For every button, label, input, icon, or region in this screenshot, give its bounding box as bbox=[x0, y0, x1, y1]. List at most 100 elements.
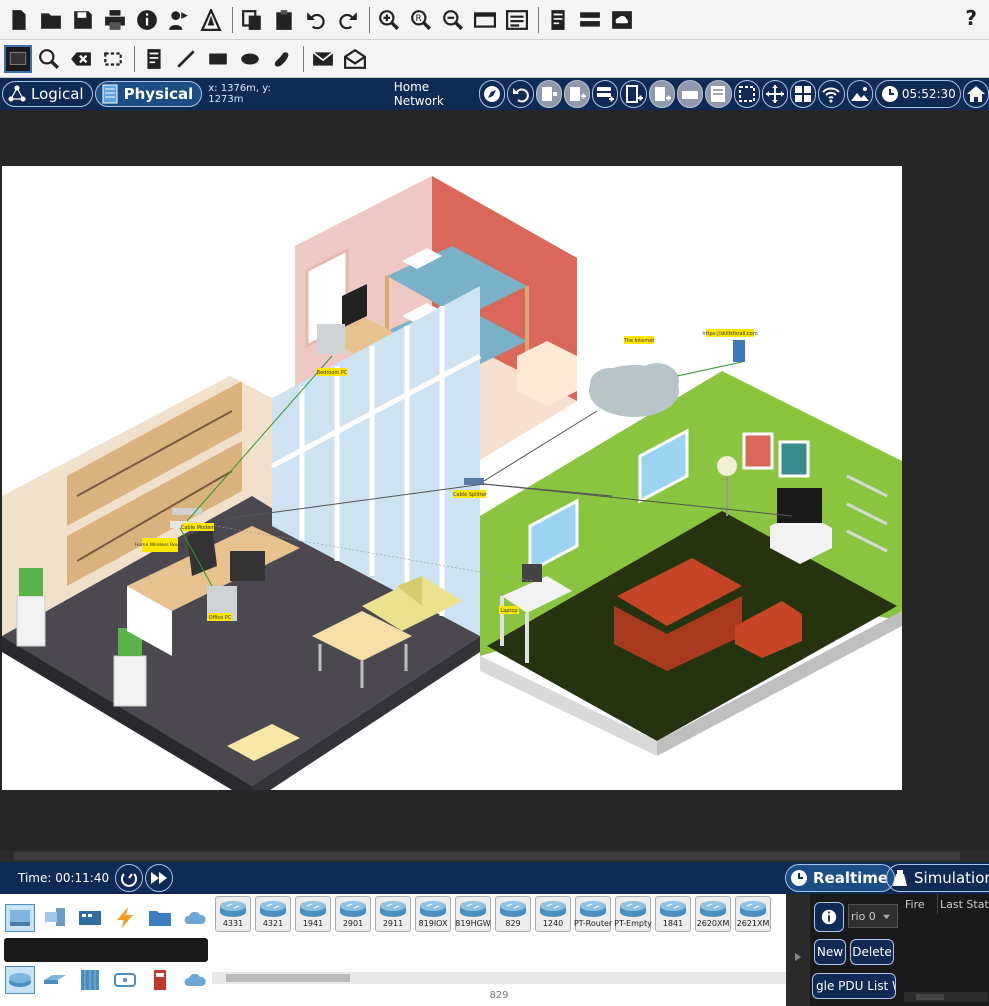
power-cycle-button[interactable] bbox=[115, 864, 144, 892]
rack-view-icon[interactable] bbox=[575, 5, 605, 35]
paste-icon[interactable] bbox=[269, 5, 299, 35]
zoom-out-icon[interactable] bbox=[438, 5, 468, 35]
navigation-button[interactable] bbox=[479, 80, 506, 108]
scenario-select[interactable]: rio 0 bbox=[848, 904, 898, 928]
subcategory-security[interactable] bbox=[145, 966, 175, 994]
rectangle-view-icon[interactable] bbox=[470, 5, 500, 35]
wiring-closet-button[interactable] bbox=[705, 80, 732, 108]
new-building-button[interactable] bbox=[563, 80, 591, 108]
new-rack-button[interactable] bbox=[620, 80, 647, 108]
move-button[interactable] bbox=[761, 80, 789, 108]
device-panel-scrollbar[interactable] bbox=[212, 972, 786, 984]
move-object-button[interactable] bbox=[677, 80, 704, 108]
svg-text:R: R bbox=[416, 14, 422, 24]
resize-shape-icon[interactable] bbox=[98, 44, 128, 74]
device-model-tile[interactable]: 2621XM bbox=[735, 896, 771, 932]
realtime-mode-tab[interactable]: Realtime bbox=[785, 864, 896, 892]
scrollbar-thumb[interactable] bbox=[14, 852, 960, 860]
scrollbar-thumb[interactable] bbox=[916, 994, 944, 1000]
zoom-in-icon[interactable] bbox=[374, 5, 404, 35]
device-model-tile[interactable]: 1841 bbox=[655, 896, 691, 932]
fast-forward-button[interactable] bbox=[145, 864, 174, 892]
add-simple-pdu-icon[interactable] bbox=[308, 44, 338, 74]
category-components[interactable] bbox=[75, 904, 105, 932]
device-model-tile[interactable]: 829 bbox=[495, 896, 531, 932]
category-miscellaneous[interactable] bbox=[145, 904, 175, 932]
background-button[interactable] bbox=[846, 80, 873, 108]
category-connections[interactable] bbox=[110, 904, 140, 932]
wireless-button[interactable] bbox=[818, 80, 845, 108]
subcategory-routers[interactable] bbox=[5, 966, 35, 994]
new-table-button[interactable] bbox=[648, 80, 676, 108]
freeform-icon[interactable] bbox=[267, 44, 297, 74]
delete-scenario-button[interactable]: Delete bbox=[850, 939, 894, 965]
category-end-devices[interactable] bbox=[40, 904, 70, 932]
activity-wizard-icon[interactable] bbox=[164, 5, 194, 35]
device-model-tile[interactable]: 2901 bbox=[335, 896, 371, 932]
save-icon[interactable] bbox=[68, 5, 98, 35]
table-scrollbar[interactable] bbox=[904, 992, 988, 1002]
device-model-tile[interactable]: 4331 bbox=[215, 896, 251, 932]
new-scenario-button[interactable]: New bbox=[814, 939, 846, 965]
subcategory-wireless[interactable] bbox=[110, 966, 140, 994]
logical-tab[interactable]: Logical bbox=[2, 81, 93, 107]
grid-button[interactable] bbox=[733, 80, 760, 108]
device-model-tile[interactable]: 1941 bbox=[295, 896, 331, 932]
simulation-mode-tab[interactable]: Simulation bbox=[886, 864, 989, 892]
layout-button[interactable] bbox=[790, 80, 817, 108]
select-tool-icon[interactable] bbox=[4, 44, 32, 73]
zoom-reset-icon[interactable]: R bbox=[406, 5, 436, 35]
home-button[interactable] bbox=[962, 80, 989, 108]
pdu-list-window-button[interactable]: gle PDU List Win bbox=[812, 973, 896, 999]
device-category-panel bbox=[0, 894, 212, 1006]
back-button[interactable] bbox=[507, 80, 534, 108]
redo-icon[interactable] bbox=[333, 5, 363, 35]
device-model-tile[interactable]: PT-Empty bbox=[614, 896, 652, 932]
palette-icon[interactable] bbox=[502, 5, 532, 35]
info-icon[interactable] bbox=[132, 5, 162, 35]
rectangle-icon[interactable] bbox=[203, 44, 233, 74]
scenario-info-button[interactable] bbox=[814, 902, 844, 932]
device-model-tile[interactable]: 2620XM bbox=[695, 896, 731, 932]
device-model-label: 1240 bbox=[542, 919, 564, 928]
note-icon[interactable] bbox=[139, 44, 169, 74]
workspace-scrollbar[interactable] bbox=[0, 850, 989, 862]
subcategory-wan-emulation[interactable] bbox=[180, 966, 210, 994]
physical-tab[interactable]: Physical bbox=[94, 81, 203, 107]
delete-icon[interactable] bbox=[66, 44, 96, 74]
device-model-tile[interactable]: 1240 bbox=[535, 896, 571, 932]
add-complex-pdu-icon[interactable] bbox=[340, 44, 370, 74]
scenario-value: rio 0 bbox=[851, 909, 876, 923]
custom-device-icon[interactable] bbox=[196, 5, 226, 35]
undo-icon[interactable] bbox=[301, 5, 331, 35]
scrollbar-thumb[interactable] bbox=[226, 974, 350, 982]
category-multiuser[interactable] bbox=[180, 904, 210, 932]
device-model-tile[interactable]: 819IOX bbox=[415, 896, 451, 932]
copy-icon[interactable] bbox=[237, 5, 267, 35]
pdu-control-panel: rio 0 New Delete gle PDU List Win bbox=[810, 894, 902, 1006]
ellipse-icon[interactable] bbox=[235, 44, 265, 74]
end-devices-icon bbox=[45, 908, 65, 926]
line-icon[interactable] bbox=[171, 44, 201, 74]
clock-display[interactable]: 05:52:30 bbox=[874, 80, 961, 108]
subcategory-switches[interactable] bbox=[40, 966, 70, 994]
router-model-icon bbox=[420, 901, 446, 917]
text-note-icon[interactable] bbox=[543, 5, 573, 35]
subcategory-hubs[interactable] bbox=[75, 966, 105, 994]
device-model-tile[interactable]: 819HGW bbox=[455, 896, 491, 932]
router-model-icon bbox=[700, 901, 726, 917]
panel-splitter[interactable] bbox=[786, 894, 810, 1006]
device-model-tile[interactable]: PT-Router bbox=[574, 896, 612, 932]
help-button[interactable]: ? bbox=[965, 6, 977, 30]
print-icon[interactable] bbox=[100, 5, 130, 35]
physical-workspace[interactable]: Bedroom PC The Internet https://skillsfo… bbox=[0, 110, 989, 850]
open-folder-icon[interactable] bbox=[36, 5, 66, 35]
cloud-view-icon[interactable] bbox=[607, 5, 637, 35]
device-model-tile[interactable]: 4321 bbox=[255, 896, 291, 932]
new-closet-button[interactable] bbox=[592, 80, 619, 108]
new-city-button[interactable] bbox=[535, 80, 562, 108]
inspect-icon[interactable] bbox=[34, 44, 64, 74]
device-model-tile[interactable]: 2911 bbox=[375, 896, 411, 932]
new-file-icon[interactable] bbox=[4, 5, 34, 35]
category-network-devices[interactable] bbox=[5, 904, 35, 932]
